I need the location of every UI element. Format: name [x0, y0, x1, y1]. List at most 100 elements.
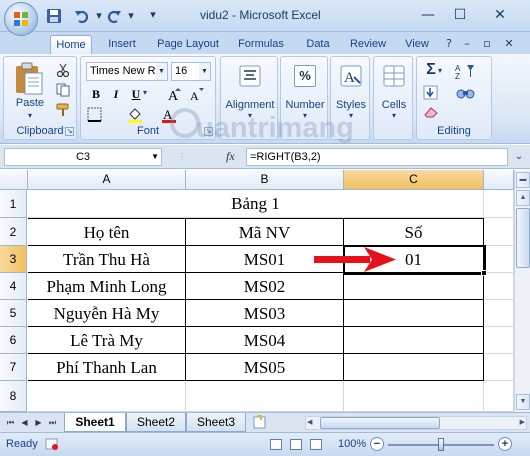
horizontal-scrollbar[interactable]: ◀ ▶ [305, 416, 527, 430]
zoom-out-button[interactable]: − [370, 437, 384, 451]
redo-dropdown-icon[interactable]: ▾ [124, 9, 138, 23]
undo-icon[interactable] [74, 8, 90, 24]
header-cell-name[interactable]: Họ tên [28, 218, 186, 246]
next-sheet-button[interactable]: ▶ [32, 416, 45, 429]
expand-formula-bar-icon[interactable]: ⌄ [512, 149, 526, 165]
sheet-tab-2[interactable]: Sheet2 [126, 413, 186, 432]
grid-cell[interactable] [484, 218, 514, 246]
scroll-left-button[interactable]: ◀ [307, 417, 312, 429]
grow-font-icon[interactable]: A [167, 86, 183, 102]
underline-dropdown-icon[interactable]: ▾ [143, 88, 147, 97]
styles-group[interactable]: A Styles ▾ [330, 56, 370, 140]
fill-icon[interactable] [423, 85, 439, 101]
split-box-icon[interactable]: ▬ [516, 172, 530, 188]
column-header-b[interactable]: B [186, 170, 344, 190]
name-cell[interactable]: Phạm Minh Long [28, 273, 186, 300]
page-layout-view-icon[interactable] [290, 439, 302, 450]
workbook-minimize-button[interactable]: – [460, 37, 474, 51]
tab-home[interactable]: Home [50, 35, 92, 54]
autosum-icon[interactable]: Σ [423, 61, 439, 79]
tab-page-layout[interactable]: Page Layout [152, 35, 224, 54]
row-header-4[interactable]: 4 [0, 273, 27, 300]
number-cell[interactable] [344, 354, 484, 381]
code-cell[interactable]: MS04 [186, 327, 344, 354]
row-header-2[interactable]: 2 [0, 218, 27, 246]
grid-cell[interactable] [484, 381, 514, 412]
insert-sheet-icon[interactable] [252, 415, 268, 430]
code-cell[interactable]: MS02 [186, 273, 344, 300]
normal-view-icon[interactable] [270, 439, 282, 450]
paste-dropdown-icon[interactable]: ▾ [22, 111, 38, 120]
zoom-level[interactable]: 100% [338, 438, 366, 450]
last-sheet-button[interactable]: ⏭ [46, 416, 59, 429]
scroll-right-button[interactable]: ▶ [520, 417, 525, 429]
grid-cell[interactable] [28, 381, 186, 412]
fill-color-icon[interactable] [127, 107, 145, 123]
formula-input[interactable]: =RIGHT(B3,2) [246, 148, 508, 166]
borders-icon[interactable] [87, 107, 105, 123]
vertical-scroll-thumb[interactable] [516, 208, 530, 268]
header-cell-number[interactable]: Số [344, 218, 484, 246]
code-cell[interactable]: MS05 [186, 354, 344, 381]
name-cell[interactable]: Trần Thu Hà [28, 246, 186, 273]
tab-view[interactable]: View [398, 35, 436, 54]
workbook-restore-button[interactable]: ▫ [480, 37, 494, 51]
tab-formulas[interactable]: Formulas [232, 35, 290, 54]
name-box[interactable]: C3 ▼ [4, 148, 162, 166]
customize-toolbar-icon[interactable]: ▾ [146, 8, 160, 22]
number-cell[interactable] [344, 300, 484, 327]
grid-cell[interactable] [186, 381, 344, 412]
save-icon[interactable] [46, 8, 62, 24]
horizontal-scroll-thumb[interactable] [320, 417, 440, 429]
zoom-slider-thumb[interactable] [438, 438, 444, 451]
scroll-down-button[interactable]: ▼ [516, 394, 530, 410]
maximize-button[interactable]: ☐ [442, 4, 478, 26]
workbook-close-button[interactable]: ✕ [502, 37, 516, 51]
select-all-button[interactable] [0, 170, 28, 190]
name-cell[interactable]: Phí Thanh Lan [28, 354, 186, 381]
sheet-tab-1[interactable]: Sheet1 [64, 413, 126, 432]
font-name-select[interactable]: Times New Ro ▼ [86, 62, 168, 81]
zoom-in-button[interactable]: + [498, 437, 512, 451]
row-header-8[interactable]: 8 [0, 381, 27, 412]
fill-handle[interactable] [481, 270, 487, 276]
grid-cell[interactable] [484, 190, 514, 218]
format-painter-icon[interactable] [56, 103, 70, 117]
number-cell[interactable] [344, 327, 484, 354]
vertical-scrollbar[interactable]: ▬ ▲ ▼ [514, 170, 530, 412]
column-header-c[interactable]: C [344, 170, 484, 190]
paste-icon[interactable] [14, 61, 44, 95]
clipboard-launcher-icon[interactable]: ↘ [65, 127, 74, 136]
shrink-font-icon[interactable]: A [189, 86, 205, 102]
font-size-select[interactable]: 16 ▼ [171, 62, 211, 81]
bold-button[interactable]: B [87, 85, 105, 103]
row-header-5[interactable]: 5 [0, 300, 27, 327]
row-header-7[interactable]: 7 [0, 354, 27, 381]
sort-filter-icon[interactable]: A Z [455, 63, 477, 79]
tab-data[interactable]: Data [298, 35, 338, 54]
clear-icon[interactable] [423, 105, 439, 119]
name-cell[interactable]: Nguyễn Hà My [28, 300, 186, 327]
page-break-view-icon[interactable] [310, 439, 322, 450]
italic-button[interactable]: I [107, 85, 125, 103]
row-header-1[interactable]: 1 [0, 190, 27, 218]
column-header-d[interactable] [484, 170, 514, 190]
office-button[interactable] [4, 2, 38, 36]
insert-function-button[interactable]: fx [226, 149, 235, 164]
grid-cell[interactable] [344, 381, 484, 412]
autosum-dropdown-icon[interactable]: ▾ [438, 66, 442, 75]
name-box-dropdown-icon[interactable]: ▼ [151, 149, 159, 165]
cut-icon[interactable] [56, 63, 70, 77]
prev-sheet-button[interactable]: ◀ [18, 416, 31, 429]
copy-icon[interactable] [56, 83, 70, 97]
redo-icon[interactable] [106, 8, 122, 24]
grid-cell[interactable] [484, 246, 514, 273]
first-sheet-button[interactable]: ⏮ [4, 416, 17, 429]
font-launcher-icon[interactable]: ↘ [204, 127, 213, 136]
sheet-tab-3[interactable]: Sheet3 [186, 413, 246, 432]
number-cell[interactable] [344, 273, 484, 300]
number-group[interactable]: % Number ▾ [280, 56, 328, 140]
name-cell[interactable]: Lê Trà My [28, 327, 186, 354]
help-icon[interactable]: ? [442, 37, 456, 51]
code-cell[interactable]: MS03 [186, 300, 344, 327]
